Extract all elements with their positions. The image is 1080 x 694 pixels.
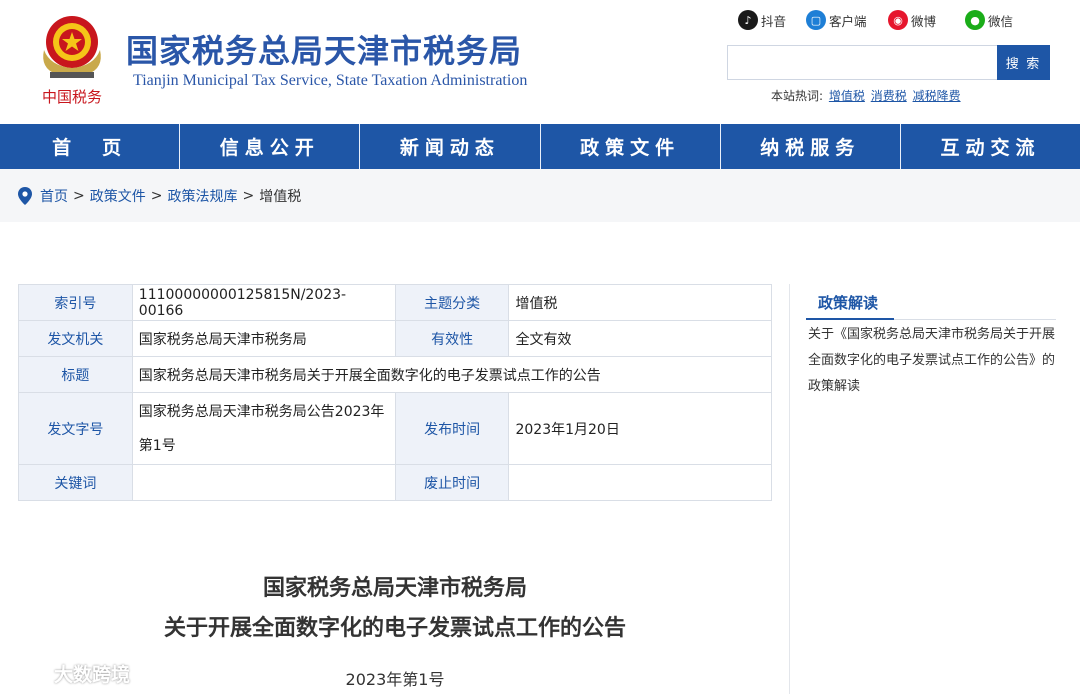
title-label: 标题: [18, 356, 133, 393]
watermark-text: 大数跨境: [54, 664, 131, 686]
breadcrumb-separator: >: [242, 187, 255, 204]
table-row: 标题 国家税务总局天津市税务局关于开展全面数字化的电子发票试点工作的公告: [18, 356, 773, 393]
issuer-value: 国家税务总局天津市税务局: [131, 320, 396, 357]
hot-words-label: 本站热词:: [771, 89, 824, 103]
nav-policy-documents[interactable]: 政策文件: [541, 124, 721, 169]
main-content: 索引号 11100000000125815N/2023-00166 主题分类 增…: [0, 222, 1080, 694]
document-title-line2: 关于开展全面数字化的电子发票试点工作的公告: [163, 616, 626, 641]
client-link[interactable]: ▢ 客户端: [806, 8, 867, 32]
nav-home[interactable]: 首 页: [0, 124, 181, 169]
douyin-label: 抖音: [761, 13, 787, 29]
weibo-label: 微博: [911, 13, 937, 29]
tax-emblem-icon[interactable]: 中国税务: [36, 10, 108, 110]
policy-interpretation-title: 政策解读: [818, 294, 879, 312]
breadcrumb-current: 增值税: [259, 188, 302, 205]
nav-interaction[interactable]: 互动交流: [901, 124, 1080, 169]
heading-underline: [806, 318, 894, 320]
hot-word-tax-cut[interactable]: 减税降费: [913, 89, 961, 103]
hot-words: 本站热词: 增值税 消费税 减税降费: [771, 87, 961, 104]
table-row: 索引号 11100000000125815N/2023-00166 主题分类 增…: [18, 284, 772, 321]
site-title: 国家税务总局天津市税务局: [126, 32, 523, 70]
weibo-link[interactable]: ◉ 微博: [888, 8, 936, 32]
wechat-icon: ●: [965, 10, 985, 30]
nav-taxpayer-service[interactable]: 纳税服务: [721, 124, 901, 169]
douyin-icon: ♪: [738, 10, 758, 30]
search-input[interactable]: [727, 45, 997, 80]
pubdate-value: 2023年1月20日: [508, 392, 772, 465]
policy-interpretation-link[interactable]: 关于《国家税务总局天津市税务局关于开展全面数字化的电子发票试点工作的公告》的政策…: [808, 322, 1058, 400]
breadcrumb-separator: >: [150, 187, 163, 204]
location-pin-icon: [18, 186, 32, 205]
breadcrumb-policy-documents[interactable]: 政策文件: [90, 186, 146, 206]
abolish-label: 废止时间: [394, 464, 510, 501]
hot-word-vat[interactable]: 增值税: [829, 89, 865, 103]
index-label: 索引号: [18, 284, 133, 321]
policy-interpretation-header: 政策解读: [806, 284, 1056, 320]
svg-text:中国税务: 中国税务: [42, 88, 102, 106]
watermark: 大数跨境: [8, 660, 130, 687]
client-label: 客户端: [829, 13, 867, 29]
keyword-value: [131, 464, 396, 501]
breadcrumb-policy-library[interactable]: 政策法规库: [167, 186, 237, 206]
search-button[interactable]: 搜 索: [997, 45, 1050, 80]
docno-label: 发文字号: [18, 392, 133, 465]
abolish-value: [508, 464, 772, 501]
table-row: 发文字号 国家税务总局天津市税务局公告2023年第1号 发布时间 2023年1月…: [18, 392, 772, 465]
document-metadata-table: 索引号 11100000000125815N/2023-00166 主题分类 增…: [18, 284, 773, 501]
site-subtitle: Tianjin Municipal Tax Service, State Tax…: [133, 72, 528, 89]
validity-label: 有效性: [394, 320, 510, 357]
main-nav: 首 页 信息公开 新闻动态 政策文件 纳税服务 互动交流: [0, 124, 1080, 169]
breadcrumb: 首页 > 政策文件 > 政策法规库 > 增值税: [0, 169, 1080, 222]
index-value: 11100000000125815N/2023-00166: [131, 284, 396, 321]
weibo-icon: ◉: [888, 10, 908, 30]
douyin-link[interactable]: ♪ 抖音: [738, 8, 786, 32]
validity-value: 全文有效: [508, 320, 772, 357]
hot-word-consumption-tax[interactable]: 消费税: [871, 89, 907, 103]
issuer-label: 发文机关: [18, 320, 133, 357]
wechat-label: 微信: [988, 13, 1014, 29]
table-row: 发文机关 国家税务总局天津市税务局 有效性 全文有效: [18, 320, 772, 357]
nav-news[interactable]: 新闻动态: [360, 124, 541, 169]
table-row: 关键词 废止时间: [18, 464, 772, 501]
site-header: 中国税务 国家税务总局天津市税务局 Tianjin Municipal Tax …: [0, 0, 1080, 124]
pubdate-label: 发布时间: [394, 392, 510, 465]
title-value: 国家税务总局天津市税务局关于开展全面数字化的电子发票试点工作的公告: [131, 356, 773, 393]
wechat-link[interactable]: ● 微信: [965, 8, 1013, 32]
breadcrumb-separator: >: [73, 187, 85, 204]
keyword-label: 关键词: [18, 464, 133, 501]
topic-label: 主题分类: [394, 284, 510, 321]
breadcrumb-home[interactable]: 首页: [40, 186, 68, 206]
mobile-client-icon: ▢: [806, 10, 826, 30]
document-title-line1: 国家税务总局天津市税务局: [262, 576, 527, 601]
nav-info-disclosure[interactable]: 信息公开: [180, 124, 361, 169]
topic-value: 增值税: [508, 284, 772, 321]
watermark-logo-icon: [8, 664, 44, 683]
docno-value: 国家税务总局天津市税务局公告2023年第1号: [131, 392, 396, 465]
